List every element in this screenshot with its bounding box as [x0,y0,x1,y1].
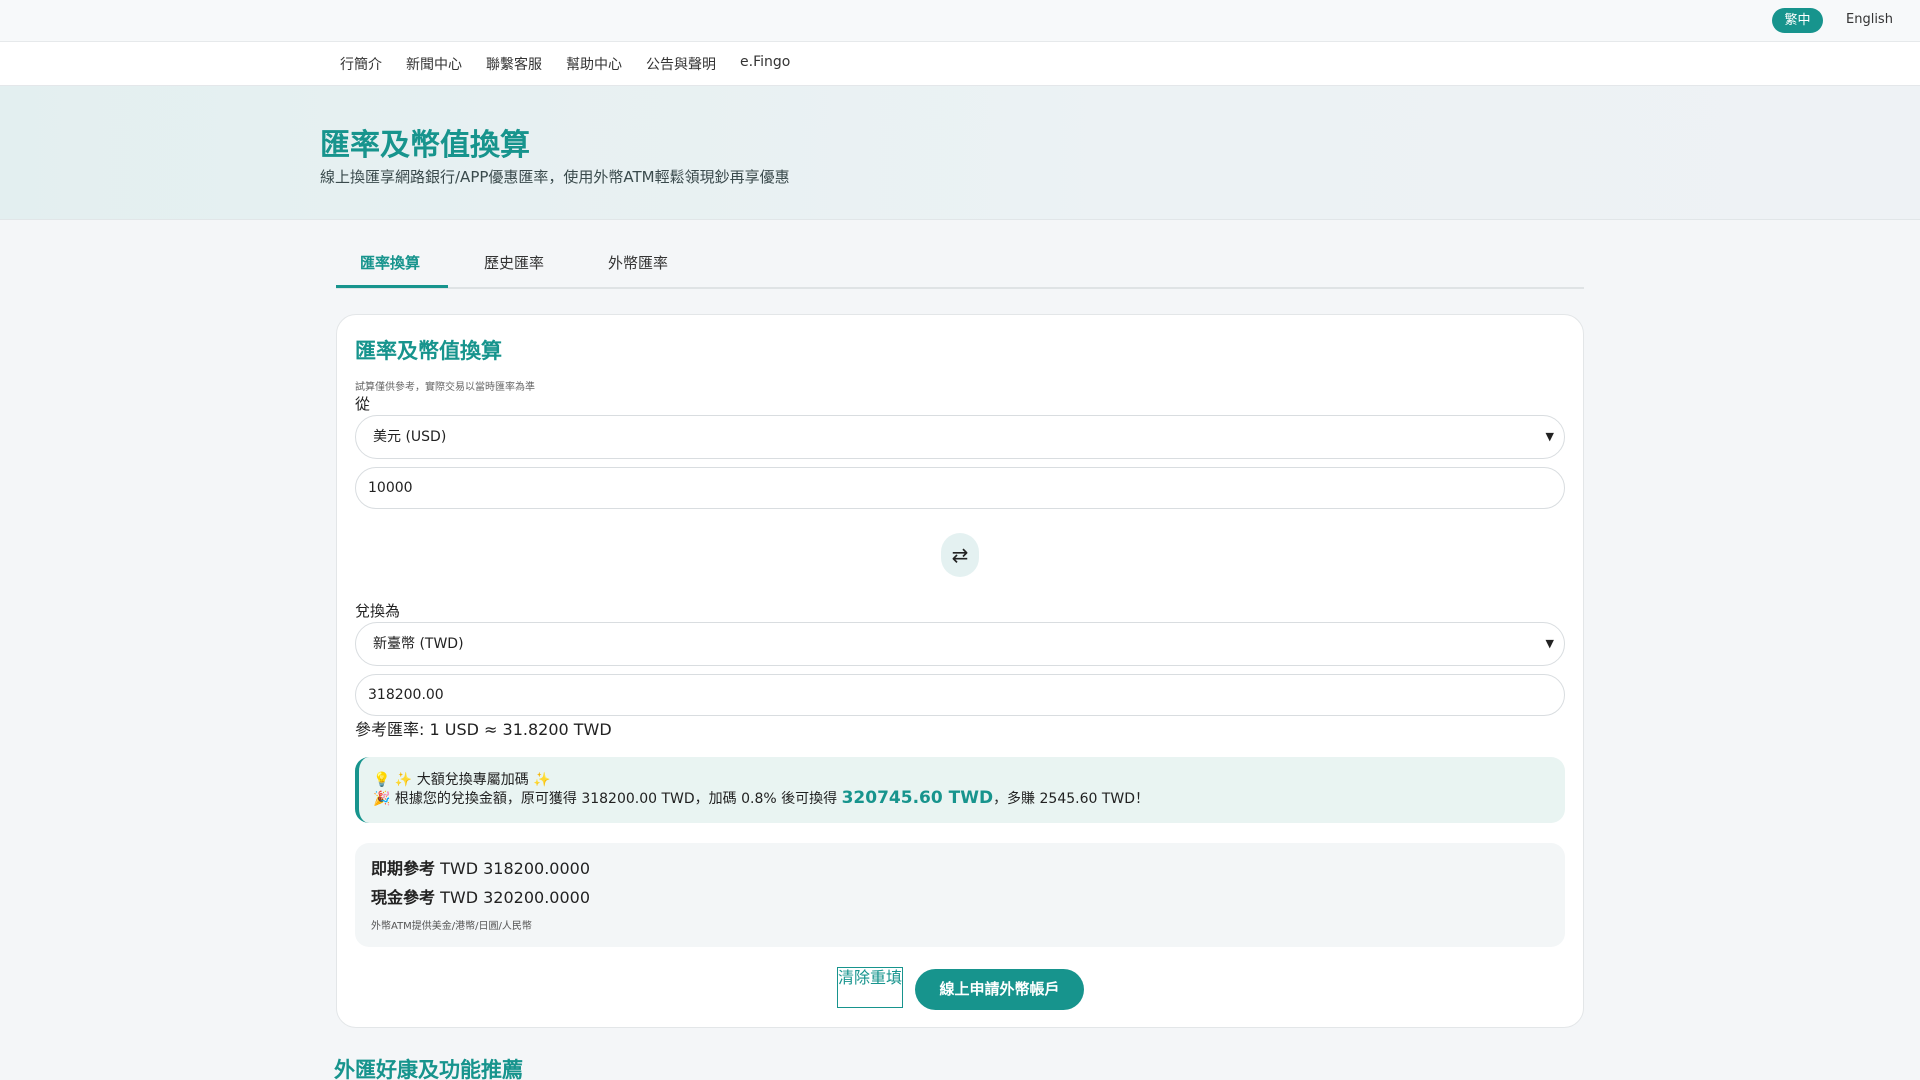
nav-item-news[interactable]: 新聞中心 [406,54,462,74]
promo-detail: 🎉 根據您的兌換金額，原可獲得 318200.00 TWD，加碼 0.8% 後可… [373,788,1149,808]
to-currency-select[interactable]: 新臺幣 (TWD) ▼ [355,622,1565,666]
tab-conversion[interactable]: 匯率換算 [360,252,420,273]
spot-quote-value: TWD 318200.0000 [440,859,590,878]
to-label: 兌換為 [355,602,401,620]
atm-note: 外幣ATM提供美金/港幣/日圓/人民幣 [371,921,532,932]
spot-quote: 即期參考 TWD 318200.0000 [371,855,590,879]
nav-item-efingo[interactable]: e.Fingo [740,54,790,70]
chevron-down-icon: ▼ [1545,430,1554,443]
tab-history[interactable]: 歷史匯率 [484,252,544,273]
cash-quote: 現金參考 TWD 320200.0000 [371,884,590,908]
converter-note: 試算僅供參考，實際交易以當時匯率為準 [355,382,535,393]
promo-banner: 💡 ✨ 大額兌換專屬加碼 ✨ 🎉 根據您的兌換金額，原可獲得 318200.00… [355,757,1565,823]
tab-bar: 匯率換算 歷史匯率 外幣匯率 [336,240,1584,289]
quote-box: 即期參考 TWD 318200.0000 現金參考 TWD 320200.000… [355,843,1565,947]
to-amount-input[interactable]: 318200.00 [355,674,1565,716]
lang-en-link[interactable]: English [1846,12,1893,27]
promo-highlight-amount: 320745.60 TWD [841,788,994,808]
hero-banner: 匯率及幣值換算 線上換匯享網路銀行/APP優惠匯率，使用外幣ATM輕鬆領現鈔再享… [0,86,1920,220]
page-subtitle: 線上換匯享網路銀行/APP優惠匯率，使用外幣ATM輕鬆領現鈔再享優惠 [320,168,790,186]
active-tab-indicator [336,285,448,288]
reference-rate: 參考匯率: 1 USD ≈ 31.8200 TWD [355,720,612,739]
tab-fx-rates[interactable]: 外幣匯率 [608,252,668,273]
spot-quote-label: 即期參考 [371,859,436,878]
from-currency-value: 美元 (USD) [373,429,447,445]
cash-quote-value: TWD 320200.0000 [440,888,590,907]
converter-card: 匯率及幣值換算 試算僅供參考，實際交易以當時匯率為準 從 美元 (USD) ▼ … [336,314,1584,1028]
from-amount-input[interactable]: 10000 [355,467,1565,509]
cash-quote-label: 現金參考 [371,888,436,907]
converter-title: 匯率及幣值換算 [355,339,502,363]
nav-item-about[interactable]: 行簡介 [340,54,382,74]
swap-icon[interactable]: ⇄ [941,533,979,577]
lang-zh-button[interactable]: 繁中 [1772,8,1823,33]
top-bar: 繁中 English [0,0,1920,42]
clear-button[interactable]: 清除重填 [837,967,903,1008]
chevron-down-icon: ▼ [1545,637,1554,650]
page-title: 匯率及幣值換算 [320,128,530,163]
nav-item-help[interactable]: 幫助中心 [566,54,622,74]
apply-account-button[interactable]: 線上申請外幣帳戶 [915,969,1084,1010]
nav-item-contact[interactable]: 聯繫客服 [486,54,542,74]
from-currency-select[interactable]: 美元 (USD) ▼ [355,415,1565,459]
section-title-recommendations: 外匯好康及功能推薦 [334,1058,523,1080]
to-currency-value: 新臺幣 (TWD) [373,636,464,652]
promo-detail-text: 🎉 根據您的兌換金額，原可獲得 318200.00 TWD，加碼 0.8% 後可… [373,791,842,807]
promo-heading: 💡 ✨ 大額兌換專屬加碼 ✨ [373,772,551,788]
from-label: 從 [355,395,371,413]
main-nav: 行簡介 新聞中心 聯繫客服 幫助中心 公告與聲明 e.Fingo [0,42,1920,86]
nav-item-announcements[interactable]: 公告與聲明 [646,54,716,74]
promo-detail-suffix: ，多賺 2545.60 TWD！ [993,791,1150,807]
